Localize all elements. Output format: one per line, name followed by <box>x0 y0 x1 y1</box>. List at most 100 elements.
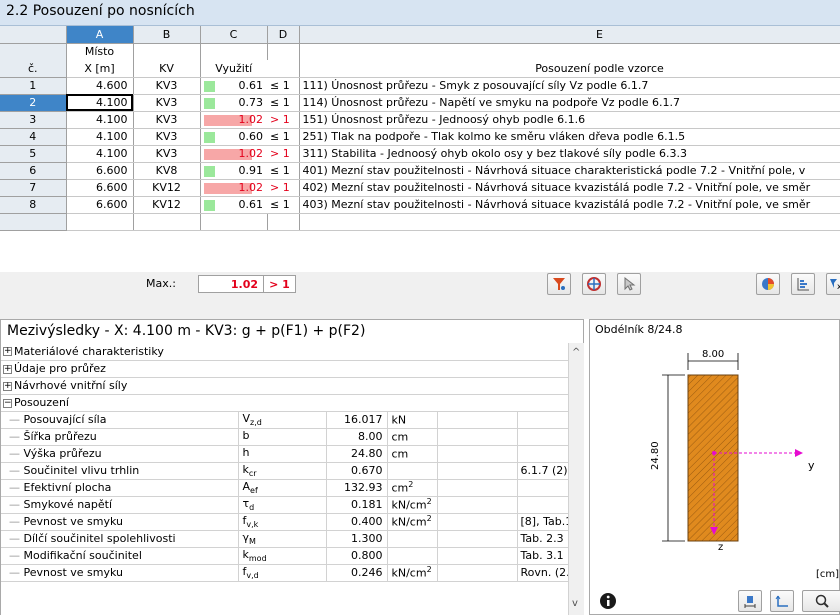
comparison-cell[interactable]: > 1 <box>267 111 300 129</box>
col-letter-d[interactable]: D <box>267 26 300 44</box>
table-row[interactable]: 7 6.600 KV12 1.02 > 1 402) Mezní stav použite… <box>0 179 840 197</box>
location-cell[interactable]: 4.100 <box>66 128 134 146</box>
utilization-cell[interactable]: 0.61 <box>200 196 267 214</box>
utilization-cell[interactable]: 0.61 <box>200 77 267 95</box>
load-combination-cell[interactable]: KV3 <box>133 128 201 146</box>
item-reference <box>516 496 568 514</box>
col-letter-c[interactable]: C <box>200 26 268 44</box>
utilization-cell[interactable]: 0.91 <box>200 162 267 180</box>
location-cell[interactable]: 6.600 <box>66 179 134 197</box>
load-combination-cell[interactable]: KV3 <box>133 77 201 95</box>
tree-item[interactable]: — Součinitel vlivu trhlin kcr 0.670 6.1.7 (… <box>1 462 568 480</box>
comparison-cell[interactable]: ≤ 1 <box>267 162 300 180</box>
row-number[interactable]: 1 <box>0 77 67 95</box>
tree-item[interactable]: — Výška průřezu h 24.80 cm <box>1 445 568 463</box>
comparison-cell[interactable]: ≤ 1 <box>267 77 300 95</box>
table-row[interactable]: 1 4.600 KV3 0.61 ≤ 1 111) Únosnost průřezu - … <box>0 77 840 95</box>
item-value: 0.400 <box>325 513 387 531</box>
col-letter-b[interactable]: B <box>133 26 201 44</box>
row-number[interactable]: 5 <box>0 145 67 163</box>
extra-button[interactable]: x <box>826 273 840 295</box>
row-number[interactable]: 2 <box>0 94 67 112</box>
tree-item[interactable]: — Efektivní plocha Aef 132.93 cm2 <box>1 479 568 497</box>
comparison-cell[interactable]: > 1 <box>267 145 300 163</box>
info-button[interactable] <box>596 590 620 612</box>
utilization-cell[interactable]: 1.02 <box>200 145 267 163</box>
tree-item[interactable]: — Modifikační součinitel kmod 0.800 Tab. 3.… <box>1 547 568 565</box>
utilization-cell[interactable]: 0.73 <box>200 94 267 112</box>
axes-button[interactable] <box>770 590 794 612</box>
formula-cell[interactable]: 401) Mezní stav použitelnosti - Návrhová… <box>299 162 840 180</box>
tree-connector: — <box>9 566 24 579</box>
tree-item[interactable]: — Pevnost ve smyku fv,d 0.246 kN/cm2 Rovn. (… <box>1 564 568 582</box>
utilization-cell[interactable]: 1.02 <box>200 179 267 197</box>
location-cell[interactable]: 4.600 <box>66 77 134 95</box>
location-cell[interactable]: 6.600 <box>66 162 134 180</box>
formula-cell[interactable]: 151) Únosnost průřezu - Jednoosý ohyb po… <box>299 111 840 129</box>
location-cell[interactable]: 6.600 <box>66 196 134 214</box>
tree-group[interactable]: + Materiálové charakteristiky <box>1 343 568 361</box>
tree-group[interactable]: − Posouzení <box>1 394 568 412</box>
formula-cell[interactable]: 402) Mezní stav použitelnosti - Návrhová… <box>299 179 840 197</box>
load-combination-cell[interactable]: KV3 <box>133 145 201 163</box>
tree-connector: — <box>9 532 24 545</box>
load-combination-cell[interactable]: KV3 <box>133 94 201 112</box>
select-button[interactable] <box>617 273 641 295</box>
color-bars-button[interactable] <box>756 273 780 295</box>
expand-icon[interactable]: + <box>3 381 12 391</box>
formula-cell[interactable]: 114) Únosnost průřezu - Napětí ve smyku … <box>299 94 840 112</box>
comparison-cell[interactable]: ≤ 1 <box>267 196 300 214</box>
location-cell[interactable]: 4.100 <box>66 94 134 112</box>
formula-cell[interactable]: 403) Mezní stav použitelnosti - Návrhová… <box>299 196 840 214</box>
row-number[interactable]: 8 <box>0 196 67 214</box>
filter-button[interactable] <box>547 273 571 295</box>
utilization-cell[interactable]: 0.60 <box>200 128 267 146</box>
expand-icon[interactable]: + <box>3 364 12 374</box>
table-row[interactable]: 2 4.100 KV3 0.73 ≤ 1 114) Únosnost průřezu - … <box>0 94 840 112</box>
utilization-cell[interactable]: 1.02 <box>200 111 267 129</box>
load-combination-cell[interactable]: KV12 <box>133 179 201 197</box>
tree-group[interactable]: + Návrhové vnitřní síly <box>1 377 568 395</box>
tree-item[interactable]: — Šířka průřezu b 8.00 cm <box>1 428 568 446</box>
results-scrollbar[interactable]: ^ v <box>568 343 584 615</box>
table-row[interactable]: 3 4.100 KV3 1.02 > 1 151) Únosnost průřezu - … <box>0 111 840 129</box>
item-unit: kN/cm2 <box>386 496 437 514</box>
formula-cell[interactable]: 111) Únosnost průřezu - Smyk z posouvají… <box>299 77 840 95</box>
table-row[interactable]: 6 6.600 KV8 0.91 ≤ 1 401) Mezní stav použitel… <box>0 162 840 180</box>
row-number[interactable]: 3 <box>0 111 67 129</box>
table-row[interactable]: 8 6.600 KV12 0.61 ≤ 1 403) Mezní stav použite… <box>0 196 840 214</box>
tree-group[interactable]: + Údaje pro průřez <box>1 360 568 378</box>
row-number[interactable]: 4 <box>0 128 67 146</box>
dimensions-button[interactable] <box>738 590 762 612</box>
scroll-up-icon[interactable]: ^ <box>572 347 580 358</box>
comparison-cell[interactable]: ≤ 1 <box>267 94 300 112</box>
zoom-button[interactable] <box>802 590 840 612</box>
comparison-cell[interactable]: > 1 <box>267 179 300 197</box>
load-combination-cell[interactable]: KV8 <box>133 162 201 180</box>
chart-button[interactable] <box>791 273 815 295</box>
comparison-cell[interactable]: ≤ 1 <box>267 128 300 146</box>
tree-item[interactable]: — Pevnost ve smyku fv,k 0.400 kN/cm2 [8], Ta… <box>1 513 568 531</box>
expand-icon[interactable]: + <box>3 347 12 357</box>
tree-item[interactable]: — Smykové napětí τd 0.181 kN/cm2 <box>1 496 568 514</box>
location-cell[interactable]: 4.100 <box>66 111 134 129</box>
item-name: — Výška průřezu <box>1 445 238 463</box>
formula-cell[interactable]: 311) Stabilita - Jednoosý ohyb okolo osy… <box>299 145 840 163</box>
view-button[interactable] <box>582 273 606 295</box>
tree-item[interactable]: — Dílčí součinitel spolehlivosti γM 1.300 T… <box>1 530 568 548</box>
table-row[interactable]: 5 4.100 KV3 1.02 > 1 311) Stabilita - Jednoos… <box>0 145 840 163</box>
load-combination-cell[interactable]: KV12 <box>133 196 201 214</box>
col-letter-e[interactable]: E <box>299 26 840 44</box>
formula-cell[interactable]: 251) Tlak na podpoře - Tlak kolmo ke smě… <box>299 128 840 146</box>
item-name-text: Smykové napětí <box>23 498 113 511</box>
table-row[interactable]: 4 4.100 KV3 0.60 ≤ 1 251) Tlak na podpoře - T… <box>0 128 840 146</box>
col-letter-a[interactable]: A <box>66 26 134 44</box>
hdr-kv: KV <box>133 60 201 78</box>
location-cell[interactable]: 4.100 <box>66 145 134 163</box>
tree-item[interactable]: — Posouvající síla Vz,d 16.017 kN <box>1 411 568 429</box>
load-combination-cell[interactable]: KV3 <box>133 111 201 129</box>
row-number[interactable]: 6 <box>0 162 67 180</box>
scroll-down-icon[interactable]: v <box>572 598 578 609</box>
collapse-icon[interactable]: − <box>3 398 12 408</box>
row-number[interactable]: 7 <box>0 179 67 197</box>
